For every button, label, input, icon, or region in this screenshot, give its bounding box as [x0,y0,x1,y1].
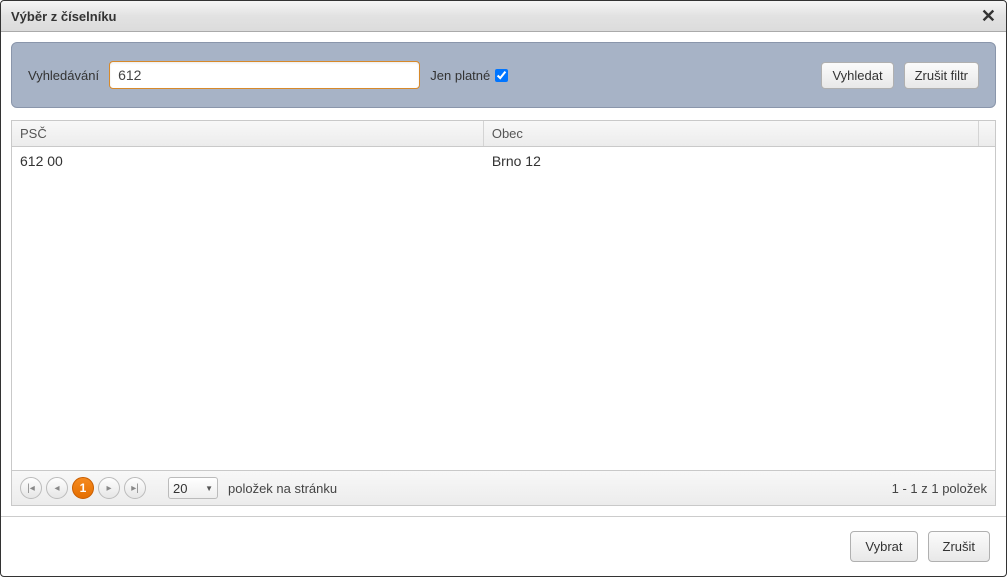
dialog-body: Vyhledávání Jen platné Vyhledat Zrušit f… [1,32,1006,516]
pager: |◂ ◂ 1 ▸ ▸| 20 ▼ položek na stránku 1 - … [12,470,995,505]
valid-only-checkbox[interactable] [495,69,508,82]
close-icon[interactable]: ✕ [981,7,996,25]
chevron-down-icon: ▼ [205,484,213,493]
pager-next-button[interactable]: ▸ [98,477,120,499]
search-button[interactable]: Vyhledat [821,62,893,89]
grid-header: PSČ Obec [12,121,995,147]
results-grid: PSČ Obec 612 00 Brno 12 |◂ ◂ 1 ▸ ▸| 20 ▼ [11,120,996,506]
valid-only-wrap: Jen platné [430,68,508,83]
column-header-psc[interactable]: PSČ [12,121,484,146]
dialog-title: Výběr z číselníku [11,9,117,24]
cell-psc: 612 00 [12,151,484,171]
search-panel: Vyhledávání Jen platné Vyhledat Zrušit f… [11,42,996,108]
column-header-spacer [979,121,995,146]
pager-prev-button[interactable]: ◂ [46,477,68,499]
page-size-value: 20 [173,481,187,496]
table-row[interactable]: 612 00 Brno 12 [12,147,995,175]
search-label: Vyhledávání [28,68,99,83]
pager-last-button[interactable]: ▸| [124,477,146,499]
select-button[interactable]: Vybrat [850,531,917,562]
dialog-window: Výběr z číselníku ✕ Vyhledávání Jen plat… [0,0,1007,577]
search-input[interactable] [109,61,420,89]
valid-only-label: Jen platné [430,68,490,83]
cell-obec: Brno 12 [484,151,995,171]
cancel-button[interactable]: Zrušit [928,531,991,562]
page-size-select[interactable]: 20 ▼ [168,477,218,499]
dialog-titlebar: Výběr z číselníku ✕ [1,1,1006,32]
pager-first-button[interactable]: |◂ [20,477,42,499]
pager-summary: 1 - 1 z 1 položek [892,481,987,496]
clear-filter-button[interactable]: Zrušit filtr [904,62,979,89]
grid-body[interactable]: 612 00 Brno 12 [12,147,995,470]
column-header-obec[interactable]: Obec [484,121,979,146]
items-per-page-label: položek na stránku [228,481,337,496]
dialog-footer: Vybrat Zrušit [1,516,1006,576]
pager-page-current[interactable]: 1 [72,477,94,499]
